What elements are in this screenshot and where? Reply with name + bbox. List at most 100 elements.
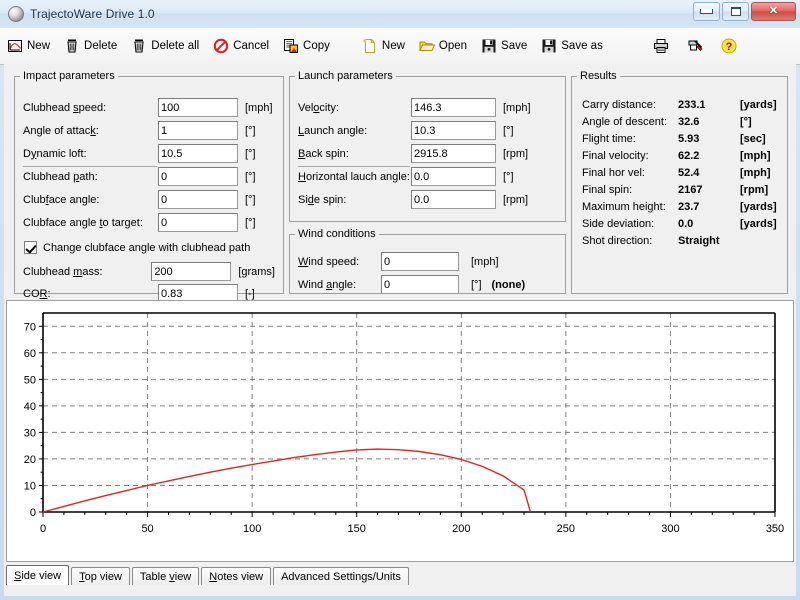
toolbar-label: Open [439, 40, 467, 52]
field-row-clubface-angle-to-target: Clubface angle to target: [°] [23, 213, 275, 232]
input-dynamic-loft[interactable] [158, 144, 238, 163]
title-bar: TrajectoWare Drive 1.0 ✕ [0, 0, 800, 29]
result-row-shot-direction: Shot direction: Straight [582, 232, 740, 249]
toolbar-print-setup-button[interactable] [680, 32, 714, 60]
tab-notes-view[interactable]: Notes view [201, 567, 271, 586]
input-side-spin[interactable] [411, 190, 496, 209]
toolbar-copy-button[interactable]: Copy [276, 32, 337, 60]
label-horizontal-launch-angle: Horizontal lauch angle: [298, 171, 411, 183]
toolbar-label: Delete [84, 40, 117, 52]
toolbar-cancel-button[interactable]: Cancel [206, 32, 276, 60]
field-row-horizontal-launch-angle: Horizontal lauch angle: [°] [298, 167, 558, 186]
input-clubhead-mass[interactable] [151, 262, 231, 281]
input-wind-speed[interactable] [381, 252, 459, 271]
result-label: Maximum height: [582, 201, 678, 213]
window-controls: ✕ [693, 2, 796, 21]
floppy-icon [541, 38, 557, 54]
result-label: Final spin: [582, 184, 678, 196]
x-tick-label: 50 [141, 523, 153, 535]
toolbar-new-trajectory-button[interactable]: New [0, 32, 57, 60]
cancel-icon [213, 38, 229, 54]
result-label: Carry distance: [582, 99, 678, 111]
y-tick-label: 50 [24, 374, 36, 386]
toolbar-label: Save [501, 40, 527, 52]
results-legend: Results [577, 70, 620, 82]
tab-table-view[interactable]: Table view [132, 567, 199, 586]
tab-side-view[interactable]: Side view [6, 565, 69, 586]
input-back-spin[interactable] [411, 144, 496, 163]
input-clubhead-path[interactable] [158, 167, 238, 186]
toolbar-save-as-button[interactable]: Save as [534, 32, 610, 60]
checkbox-icon[interactable] [24, 241, 37, 254]
y-tick-label: 20 [24, 454, 36, 466]
toolbar-label: New [382, 40, 405, 52]
label-wind-speed: Wind speed: [298, 256, 381, 268]
printer-icon [653, 38, 669, 54]
tab-top-view[interactable]: Top view [71, 567, 130, 586]
results-group: Results Carry distance: 233.1 [yards] An… [571, 70, 788, 294]
result-unit: [yards] [740, 99, 777, 111]
input-wind-angle[interactable] [381, 275, 459, 294]
field-row-clubhead-speed: Clubhead speed: [mph] [23, 98, 275, 117]
x-tick-label: 250 [557, 523, 575, 535]
help-icon: ? [721, 38, 737, 54]
result-value: 62.2 [678, 150, 740, 162]
toolbar-print-button[interactable] [646, 32, 680, 60]
wind-conditions-group: Wind conditions Wind speed: [mph] Wind a… [289, 228, 566, 294]
input-clubface-angle-to-target[interactable] [158, 213, 238, 232]
unit-clubface-angle-to-target: [°] [245, 217, 256, 229]
result-row-angle-of-descent: Angle of descent: 32.6 [°] [582, 113, 752, 130]
unit-wind-speed: [mph] [471, 256, 499, 268]
x-tick-label: 0 [40, 523, 46, 535]
y-tick-label: 30 [24, 427, 36, 439]
input-launch-angle[interactable] [411, 121, 496, 140]
toolbar-label: Save as [561, 40, 603, 52]
result-row-maximum-height: Maximum height: 23.7 [yards] [582, 198, 777, 215]
y-tick-label: 10 [24, 480, 36, 492]
input-angle-of-attack[interactable] [158, 121, 238, 140]
result-row-final-spin: Final spin: 2167 [rpm] [582, 181, 768, 198]
status-bar [6, 585, 794, 594]
input-clubface-angle[interactable] [158, 190, 238, 209]
label-side-spin: Side spin: [298, 194, 411, 206]
toolbar: New Delete Delete all [0, 28, 800, 65]
result-value: Straight [678, 235, 740, 247]
input-horizontal-launch-angle[interactable] [411, 167, 496, 186]
result-unit: [yards] [740, 218, 777, 230]
checkbox-change-clubface-angle[interactable]: Change clubface angle with clubhead path [24, 238, 250, 257]
toolbar-help-button[interactable]: ? [714, 32, 748, 60]
close-button[interactable]: ✕ [751, 2, 796, 21]
toolbar-label: New [27, 40, 50, 52]
x-tick-label: 350 [766, 523, 784, 535]
impact-parameters-legend: Impact parameters [20, 70, 118, 82]
x-tick-label: 200 [452, 523, 470, 535]
result-value: 23.7 [678, 201, 740, 213]
client-area: Impact parameters Clubhead speed: [mph] … [4, 64, 796, 596]
minimize-button[interactable] [693, 2, 720, 21]
input-velocity[interactable] [411, 98, 496, 117]
field-row-angle-of-attack: Angle of attack: [°] [23, 121, 275, 140]
result-unit: [rpm] [740, 184, 768, 196]
result-value: 5.93 [678, 133, 740, 145]
trajectory-chart: 010203040506070050100150200250300350 [6, 300, 794, 562]
unit-clubface-angle: [°] [245, 194, 256, 206]
view-tabs: Side view Top view Table view Notes view… [6, 564, 794, 586]
field-row-launch-angle: Launch angle: [°] [298, 121, 558, 140]
tab-advanced-settings-units[interactable]: Advanced Settings/Units [273, 567, 409, 586]
label-back-spin: Back spin: [298, 148, 411, 160]
x-tick-label: 300 [661, 523, 679, 535]
window-title: TrajectoWare Drive 1.0 [30, 7, 155, 21]
label-angle-of-attack: Angle of attack: [23, 125, 158, 137]
unit-velocity: [mph] [503, 102, 531, 114]
unit-clubhead-mass: [grams] [238, 266, 275, 278]
toolbar-delete-all-button[interactable]: Delete all [124, 32, 206, 60]
input-clubhead-speed[interactable] [158, 98, 238, 117]
unit-angle-of-attack: [°] [245, 125, 256, 137]
toolbar-save-button[interactable]: Save [474, 32, 534, 60]
maximize-button[interactable] [722, 2, 749, 21]
toolbar-delete-button[interactable]: Delete [57, 32, 124, 60]
toolbar-file-new-button[interactable]: New [355, 32, 412, 60]
toolbar-open-button[interactable]: Open [412, 32, 474, 60]
result-label: Shot direction: [582, 235, 678, 247]
toolbar-label: Delete all [151, 40, 199, 52]
